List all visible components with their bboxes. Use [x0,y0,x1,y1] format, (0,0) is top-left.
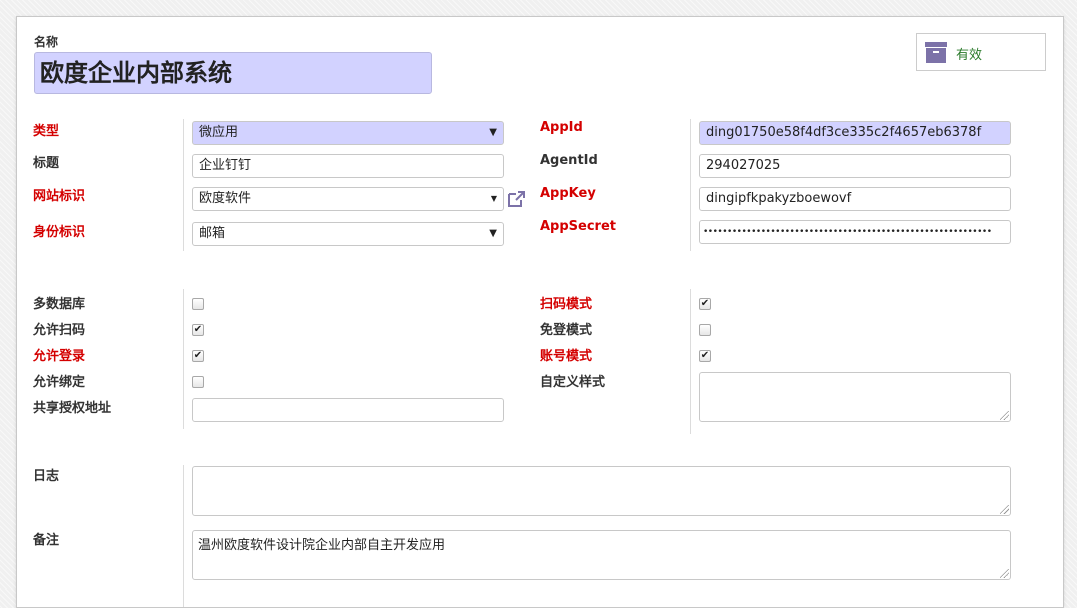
active-toggle-button[interactable]: 有效 [916,33,1046,71]
note-textarea[interactable]: 温州欧度软件设计院企业内部自主开发应用 [192,530,1011,580]
identity-select[interactable]: 邮箱 ▼ [192,222,504,246]
title-label: 标题 [33,156,60,171]
name-label: 名称 [34,35,59,49]
type-select[interactable]: 微应用 ▼ [192,121,504,145]
external-link-icon[interactable] [507,190,527,208]
allow-login-checkbox[interactable]: ✔ [192,350,204,362]
agentid-label: AgentId [540,153,598,168]
custom-style-label: 自定义样式 [540,375,606,390]
resize-grip-icon[interactable] [1000,505,1009,514]
account-mode-label: 账号模式 [540,349,593,364]
share-auth-url-label: 共享授权地址 [33,401,112,416]
caret-down-icon: ▼ [490,194,497,203]
allow-login-label: 允许登录 [33,349,86,364]
appid-input[interactable]: ding01750e58f4df3ce335c2f4657eb6378f [699,121,1011,145]
form-sheet: 名称 欧度企业内部系统 有效 类型 微应用 ▼ 标题 企业钉钉 网站标识 欧度软… [16,16,1064,608]
website-select[interactable]: 欧度软件 ▼ [192,187,504,211]
appsecret-password-input[interactable]: ••••••••••••••••••••••••••••••••••••••••… [699,220,1011,244]
website-label: 网站标识 [33,189,86,204]
allow-scan-checkbox[interactable]: ✔ [192,324,204,336]
appsecret-label: AppSecret [540,219,617,234]
archive-box-icon [925,42,947,63]
scan-mode-checkbox[interactable]: ✔ [699,298,711,310]
column-divider [690,289,691,434]
log-textarea[interactable] [192,466,1011,516]
caret-down-icon: ▼ [489,127,497,138]
note-value: 温州欧度软件设计院企业内部自主开发应用 [198,538,446,553]
nologin-mode-label: 免登模式 [540,323,593,338]
website-select-value: 欧度软件 [199,191,252,206]
name-input[interactable]: 欧度企业内部系统 [34,52,432,94]
title-input[interactable]: 企业钉钉 [192,154,504,178]
column-divider [690,119,691,251]
column-divider [183,465,184,607]
agentid-input[interactable]: 294027025 [699,154,1011,178]
note-label: 备注 [33,533,60,548]
share-auth-url-input[interactable] [192,398,504,422]
caret-down-icon: ▼ [489,228,497,239]
resize-grip-icon[interactable] [1000,569,1009,578]
allow-scan-label: 允许扫码 [33,323,86,338]
resize-grip-icon[interactable] [1000,411,1009,420]
appkey-input[interactable]: dingipfkpakyzboewovf [699,187,1011,211]
active-toggle-label: 有效 [956,48,983,63]
account-mode-checkbox[interactable]: ✔ [699,350,711,362]
multi-db-label: 多数据库 [33,297,86,312]
appkey-label: AppKey [540,186,596,201]
identity-select-value: 邮箱 [199,226,226,241]
log-label: 日志 [33,469,60,484]
type-label: 类型 [33,124,60,139]
column-divider [183,119,184,251]
identity-label: 身份标识 [33,225,86,240]
nologin-mode-checkbox[interactable] [699,324,711,336]
custom-style-textarea[interactable] [699,372,1011,422]
allow-bind-checkbox[interactable] [192,376,204,388]
type-select-value: 微应用 [199,125,239,140]
appid-label: AppId [540,120,583,135]
column-divider [183,289,184,429]
allow-bind-label: 允许绑定 [33,375,86,390]
multi-db-checkbox[interactable] [192,298,204,310]
scan-mode-label: 扫码模式 [540,297,593,312]
